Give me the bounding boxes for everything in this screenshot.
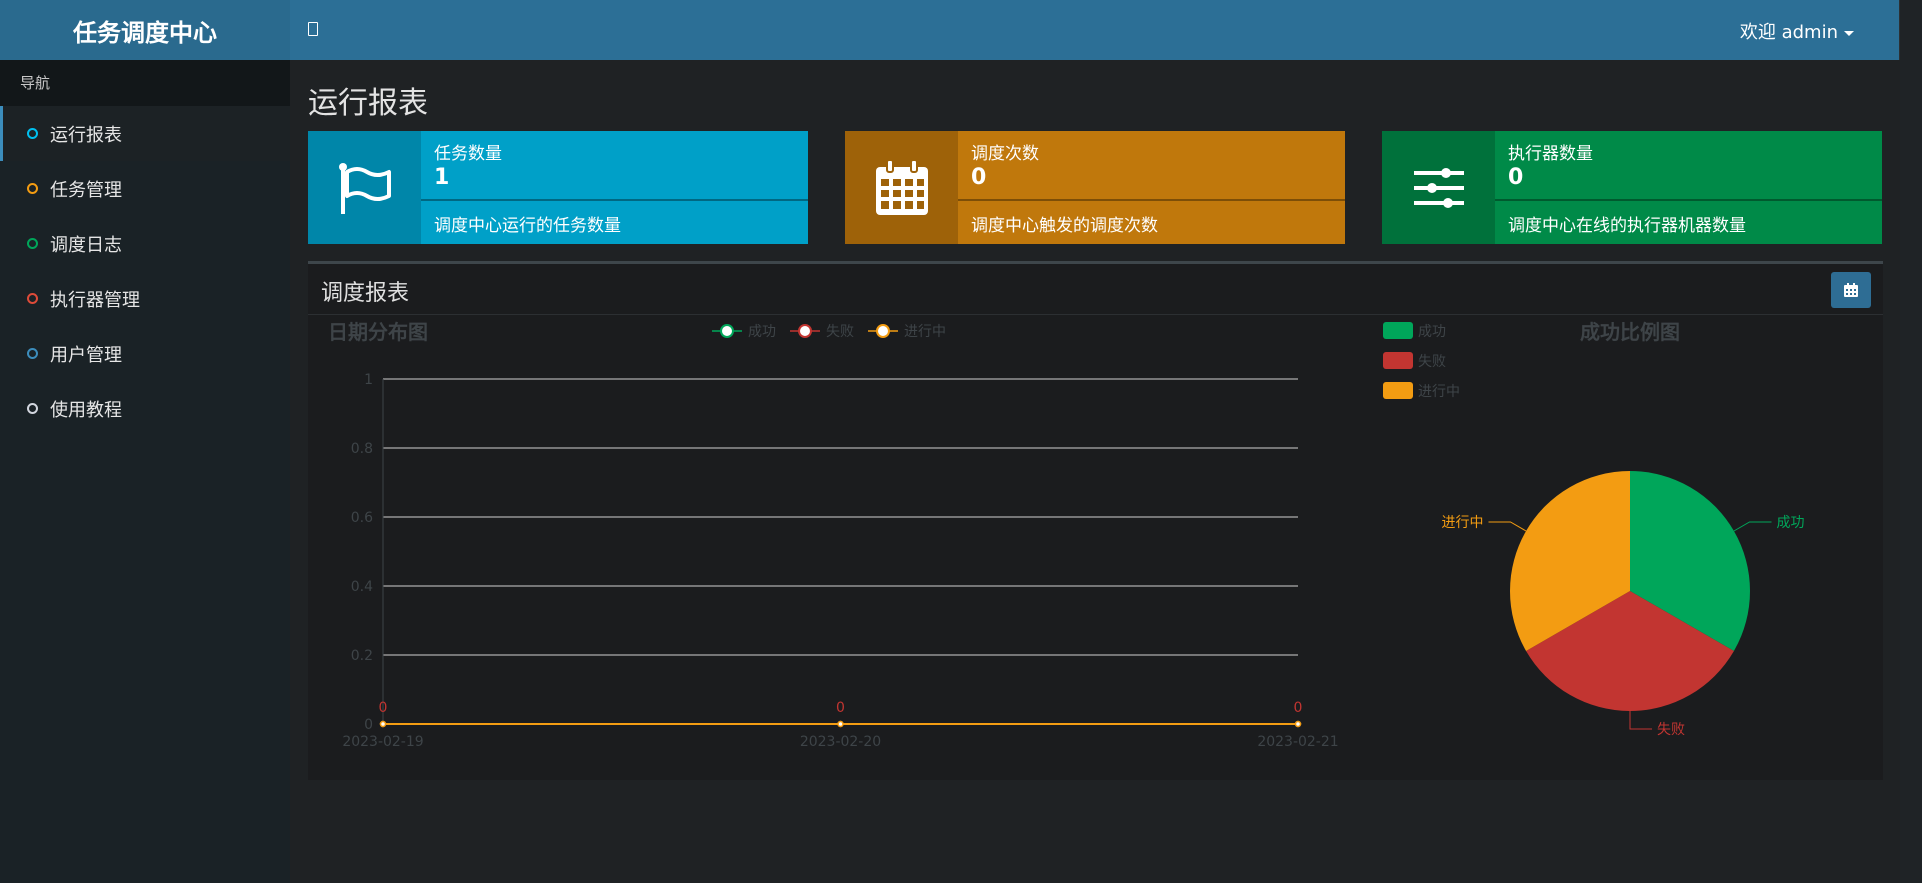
flag-icon <box>338 162 391 214</box>
sidebar-item-label: 任务管理 <box>50 179 122 201</box>
pie-slice-label: 进行中 <box>1441 515 1483 531</box>
circle-icon <box>27 403 38 414</box>
info-box-jobs: 任务数量 1 调度中心运行的任务数量 <box>308 131 808 244</box>
info-desc: 调度中心运行的任务数量 <box>434 216 621 236</box>
sidebar-item-executors[interactable]: 执行器管理 <box>0 271 290 326</box>
sidebar-item-label: 调度日志 <box>50 234 122 256</box>
page-scrollbar[interactable] <box>1899 0 1922 883</box>
info-icon-area <box>1382 131 1495 244</box>
pie-slice-label: 失败 <box>1657 722 1685 738</box>
x-tick-label: 2023-02-20 <box>800 734 881 750</box>
sidebar-item-users[interactable]: 用户管理 <box>0 326 290 381</box>
y-tick-label: 0.4 <box>351 579 373 595</box>
info-divider <box>421 199 808 201</box>
chevron-down-icon <box>1844 30 1854 36</box>
x-tick-label: 2023-02-19 <box>342 734 423 750</box>
pie-label-line <box>1629 711 1652 730</box>
sidebar-item-jobs[interactable]: 任务管理 <box>0 161 290 216</box>
info-desc: 调度中心在线的执行器机器数量 <box>1508 216 1746 236</box>
pie-chart-title: 成功比例图 <box>1580 320 1680 344</box>
circle-icon <box>27 128 38 139</box>
pie-legend-label: 进行中 <box>1418 384 1460 400</box>
info-value: 0 <box>1508 165 1524 190</box>
info-divider <box>958 199 1345 201</box>
report-box: 调度报表 日期分布图 成功 失败 进行中 0 0.2 0.4 0.6 0.8 1 2023-02-1… <box>308 261 1883 780</box>
legend-marker <box>720 324 734 338</box>
pie-legend-label: 成功 <box>1418 324 1446 340</box>
y-tick-label: 0.6 <box>351 510 373 526</box>
sidebar-toggle-icon[interactable] <box>308 22 318 36</box>
info-box-triggers: 调度次数 0 调度中心触发的调度次数 <box>845 131 1345 244</box>
y-tick-label: 0.2 <box>351 648 373 664</box>
pie-legend-swatch <box>1383 352 1413 369</box>
sidebar-item-label: 执行器管理 <box>50 289 140 311</box>
info-box-executors: 执行器数量 0 调度中心在线的执行器机器数量 <box>1382 131 1882 244</box>
pie-legend-swatch <box>1383 382 1413 399</box>
sidebar-item-label: 用户管理 <box>50 344 122 366</box>
legend-label: 进行中 <box>904 324 946 340</box>
sliders-icon <box>1413 167 1464 208</box>
sidebar-item-report[interactable]: 运行报表 <box>0 106 290 161</box>
main-content: 运行报表 任务数量 1 调度中心运行的任务数量 调度次数 0 调度中心触发的调度… <box>290 60 1900 883</box>
pie-label-line <box>1488 521 1527 532</box>
pie-slice-label: 成功 <box>1777 515 1805 531</box>
sidebar-item-label: 运行报表 <box>50 124 122 146</box>
brand-logo[interactable]: 任务调度中心 <box>0 0 290 60</box>
legend-label: 失败 <box>826 324 854 340</box>
pie-legend-label: 失败 <box>1418 354 1446 370</box>
info-value: 0 <box>971 165 987 190</box>
info-label: 执行器数量 <box>1508 144 1593 164</box>
info-content: 任务数量 1 调度中心运行的任务数量 <box>421 131 808 244</box>
legend-label: 成功 <box>748 324 776 340</box>
circle-icon <box>27 293 38 304</box>
page-title: 运行报表 <box>308 86 428 121</box>
info-value: 1 <box>434 165 450 190</box>
info-label: 调度次数 <box>971 144 1039 164</box>
data-label: 0 <box>836 700 845 716</box>
info-desc: 调度中心触发的调度次数 <box>971 216 1158 236</box>
info-content: 调度次数 0 调度中心触发的调度次数 <box>958 131 1345 244</box>
line-chart-title: 日期分布图 <box>328 320 428 344</box>
y-tick-label: 0 <box>364 717 373 733</box>
user-menu[interactable]: 欢迎 admin <box>1740 18 1854 44</box>
data-label: 0 <box>379 700 388 716</box>
y-tick-label: 0.8 <box>351 441 373 457</box>
info-content: 执行器数量 0 调度中心在线的执行器机器数量 <box>1495 131 1882 244</box>
legend-marker <box>798 324 812 338</box>
data-point <box>1294 720 1302 728</box>
nav-header: 导航 <box>0 60 290 106</box>
pie-legend-swatch <box>1383 322 1413 339</box>
sidebar-item-logs[interactable]: 调度日志 <box>0 216 290 271</box>
legend-marker <box>876 324 890 338</box>
circle-icon <box>27 183 38 194</box>
circle-icon <box>27 348 38 359</box>
y-tick-label: 1 <box>364 372 373 388</box>
info-divider <box>1495 199 1882 201</box>
sidebar-item-label: 使用教程 <box>50 399 122 421</box>
data-label: 0 <box>1294 700 1303 716</box>
info-icon-area <box>845 131 958 244</box>
x-tick-label: 2023-02-21 <box>1257 734 1338 750</box>
info-icon-area <box>308 131 421 244</box>
user-greeting: 欢迎 admin <box>1739 22 1838 43</box>
top-header: 任务调度中心 欢迎 admin <box>0 0 1900 60</box>
sidebar: 导航 运行报表 任务管理 调度日志 执行器管理 用户管理 使用教程 <box>0 60 290 883</box>
data-point <box>379 720 387 728</box>
info-label: 任务数量 <box>434 144 502 164</box>
calendar-icon <box>875 158 928 215</box>
circle-icon <box>27 238 38 249</box>
data-point <box>837 720 844 728</box>
report-charts: 日期分布图 成功 失败 进行中00.20.40.60.812023-02-19 2023… <box>328 320 1805 750</box>
sidebar-item-help[interactable]: 使用教程 <box>0 381 290 436</box>
pie-label-line <box>1733 521 1772 532</box>
